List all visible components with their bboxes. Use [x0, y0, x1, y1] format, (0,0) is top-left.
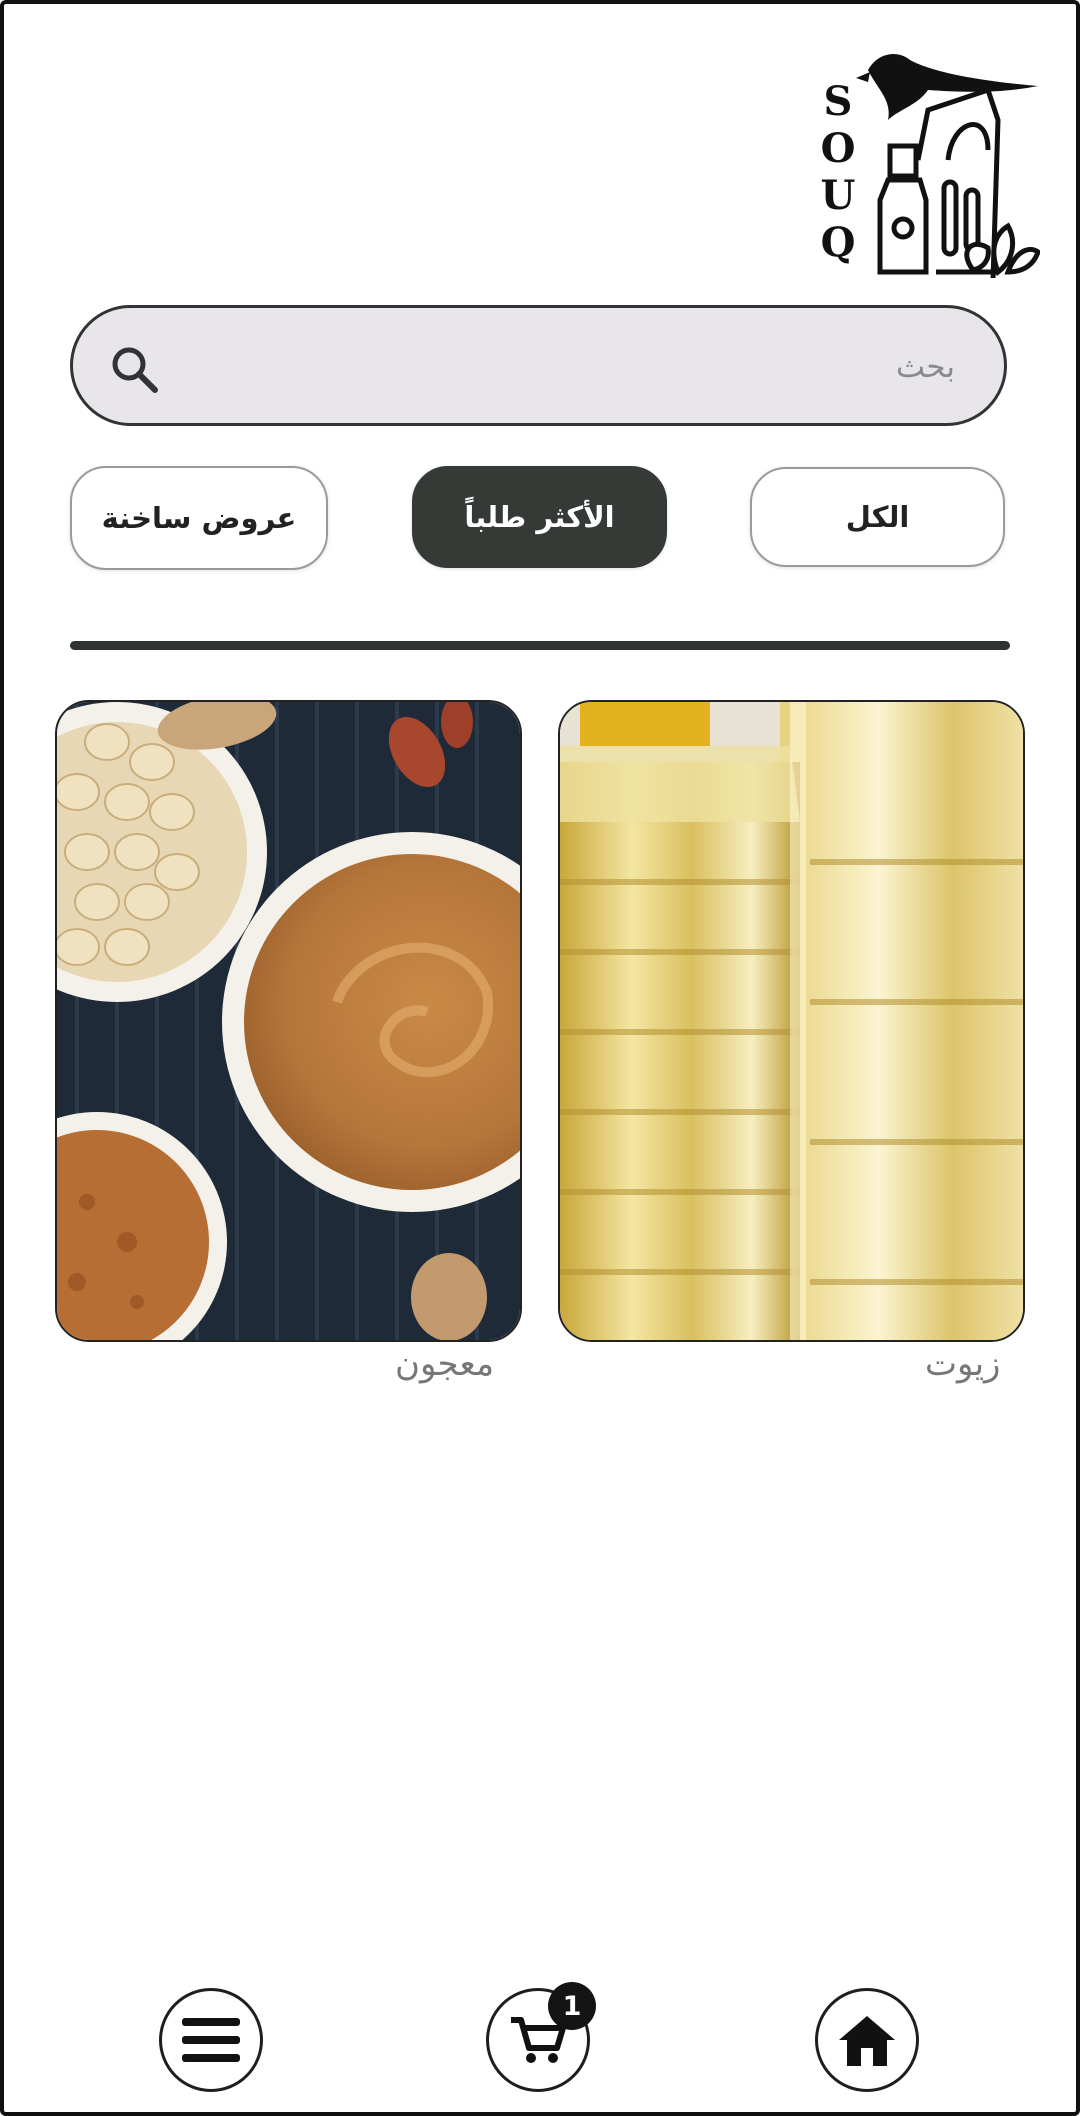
product-card-oils[interactable]	[558, 700, 1025, 1342]
home-icon	[839, 2016, 895, 2066]
souq-logo: S O U Q	[818, 50, 1040, 278]
menu-icon	[182, 2018, 240, 2062]
cart-count-badge: 1	[548, 1982, 596, 2030]
nav-home-button[interactable]	[815, 1988, 919, 2092]
search-input[interactable]	[193, 326, 957, 408]
tab-hot-offers[interactable]: عروض ساخنة	[70, 466, 328, 570]
product-card-paste[interactable]	[55, 700, 522, 1342]
section-divider	[70, 641, 1010, 650]
product-label-oils: زيوت	[925, 1344, 1001, 1384]
tab-most-requested[interactable]: الأكثر طلباً	[412, 466, 667, 568]
peanut-butter-image	[57, 702, 520, 1340]
search-bar[interactable]	[70, 305, 1007, 426]
product-label-paste: معجون	[395, 1344, 495, 1384]
search-icon[interactable]	[109, 344, 159, 394]
tab-all[interactable]: الكل	[750, 467, 1005, 567]
oil-bottles-image	[560, 702, 1023, 1340]
nav-menu-button[interactable]	[159, 1988, 263, 2092]
logo-grocery-icon	[856, 54, 1040, 278]
